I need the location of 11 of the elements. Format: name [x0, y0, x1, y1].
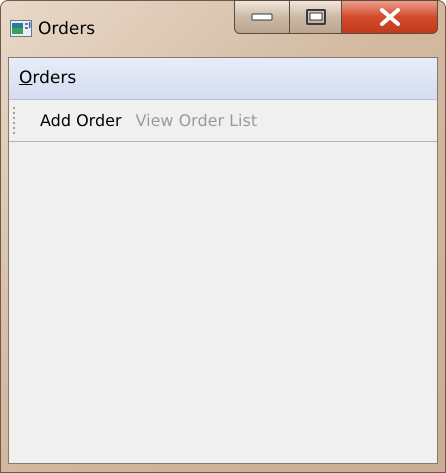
toolbar-button[interactable]: Add Order [40, 108, 122, 132]
close-button[interactable] [342, 0, 438, 34]
maximize-icon [306, 9, 326, 25]
minimize-button[interactable] [234, 0, 290, 34]
window-title: Orders [38, 18, 96, 41]
maximize-button[interactable] [290, 0, 342, 34]
app-icon [10, 20, 32, 37]
close-icon [378, 8, 400, 26]
grip-icon [13, 106, 16, 136]
minimize-icon [251, 13, 273, 21]
menu-item[interactable]: Orders [19, 66, 76, 92]
